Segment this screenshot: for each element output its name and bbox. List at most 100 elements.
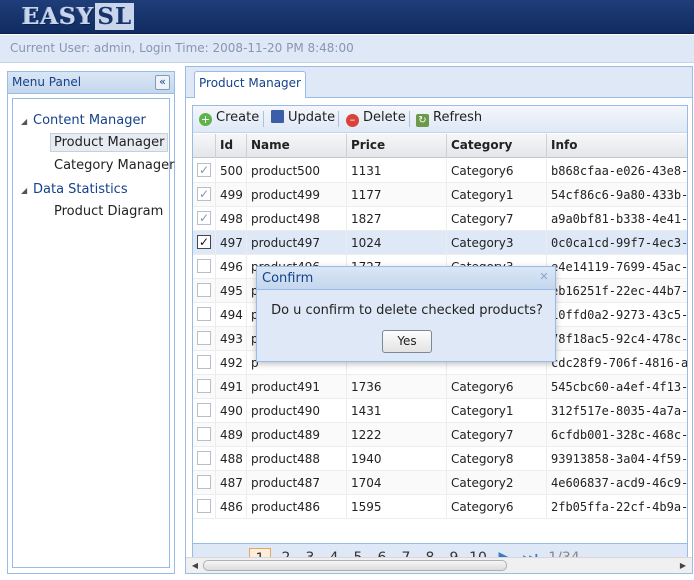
cell-price: 1827 — [347, 207, 447, 231]
cell-price: 1431 — [347, 399, 447, 423]
table-row[interactable]: 491 product491 1736 Category6 545cbc60-a4ef-… — [193, 375, 687, 399]
row-checkbox-cell — [193, 351, 216, 375]
cell-name: product487 — [247, 471, 347, 495]
row-checkbox[interactable]: ✓ — [197, 211, 211, 225]
column-header-info[interactable]: Info — [547, 134, 687, 158]
table-row[interactable]: 488 product488 1940 Category8 93913858-3a04-… — [193, 447, 687, 471]
cell-category: Category7 — [447, 423, 547, 447]
save-icon — [271, 110, 284, 123]
row-checkbox[interactable] — [197, 307, 211, 321]
cell-info: 54cf86c6-9a80-433b-97 — [547, 183, 687, 207]
scroll-right-icon[interactable]: ▶ — [676, 559, 690, 572]
table-row[interactable]: ✓ 499 product499 1177 Category1 54cf86c6-9a80… — [193, 183, 687, 207]
collapse-icon[interactable]: « — [155, 75, 170, 90]
table-row[interactable]: ✓ 498 product498 1827 Category7 a9a0bf81-b338… — [193, 207, 687, 231]
row-checkbox[interactable] — [197, 331, 211, 345]
cell-name: product489 — [247, 423, 347, 447]
cell-name: product500 — [247, 159, 347, 183]
cell-price: 1177 — [347, 183, 447, 207]
scrollbar-thumb[interactable] — [203, 560, 507, 571]
cell-price: 1940 — [347, 447, 447, 471]
column-header-category[interactable]: Category — [447, 134, 547, 158]
row-checkbox[interactable] — [197, 499, 211, 513]
row-checkbox[interactable] — [197, 379, 211, 393]
cell-id: 492 — [216, 351, 247, 375]
add-icon: + — [199, 113, 212, 126]
cell-info: cdc28f9-706f-4816-ab0 — [547, 351, 687, 375]
row-checkbox[interactable] — [197, 451, 211, 465]
row-checkbox[interactable] — [197, 355, 211, 369]
cell-price: 1595 — [347, 495, 447, 519]
scroll-left-icon[interactable]: ◀ — [188, 559, 202, 572]
refresh-icon: ↻ — [416, 114, 429, 127]
column-header-price[interactable]: Price — [347, 134, 447, 158]
update-button[interactable]: Update — [271, 110, 335, 129]
cell-id: 490 — [216, 399, 247, 423]
tree-item-product-diagram[interactable]: Product Diagram — [51, 203, 166, 220]
row-checkbox-cell: ✓ — [193, 159, 216, 183]
tab-strip: Product Manager — [186, 67, 692, 98]
grid-toolbar: + Create Update – Delete ↻ Refresh — [193, 106, 687, 133]
yes-button[interactable]: Yes — [382, 330, 432, 353]
close-icon[interactable]: ✕ — [538, 271, 550, 283]
menu-panel: Menu Panel « ◢ Content Manager Product Ma… — [7, 71, 175, 574]
refresh-button[interactable]: ↻ Refresh — [416, 110, 482, 129]
cell-id: 489 — [216, 423, 247, 447]
column-header-name[interactable]: Name — [247, 134, 347, 158]
cell-price: 1704 — [347, 471, 447, 495]
remove-icon: – — [346, 114, 359, 127]
expand-arrow-icon[interactable]: ◢ — [21, 117, 33, 126]
row-checkbox[interactable] — [197, 403, 211, 417]
user-info-text: Current User: admin, Login Time: 2008-11… — [10, 41, 354, 55]
cell-category: Category2 — [447, 471, 547, 495]
tab-product-manager[interactable]: Product Manager — [194, 71, 306, 98]
table-row[interactable]: 490 product490 1431 Category1 312f517e-8035-… — [193, 399, 687, 423]
header-checkbox-column[interactable] — [193, 134, 216, 158]
cell-info: 10ffd0a2-9273-43c5-a2 — [547, 303, 687, 327]
cell-id: 487 — [216, 471, 247, 495]
cell-id: 496 — [216, 255, 247, 279]
tree-item-category-manager[interactable]: Category Manager — [51, 157, 178, 174]
row-checkbox-cell: ✓ — [193, 183, 216, 207]
tree-group-content-manager[interactable]: ◢ Content Manager — [21, 113, 146, 128]
table-row[interactable]: 489 product489 1222 Category7 6cfdb001-328c-… — [193, 423, 687, 447]
row-checkbox[interactable] — [197, 283, 211, 297]
row-checkbox-cell — [193, 303, 216, 327]
row-checkbox-cell: ✓ — [193, 207, 216, 231]
delete-button[interactable]: – Delete — [346, 110, 406, 129]
row-checkbox-cell — [193, 327, 216, 351]
row-checkbox[interactable] — [197, 427, 211, 441]
row-checkbox[interactable]: ✓ — [197, 235, 211, 249]
tree-group-data-statistics[interactable]: ◢ Data Statistics — [21, 182, 128, 197]
row-checkbox[interactable] — [197, 259, 211, 273]
cell-price: 1131 — [347, 159, 447, 183]
create-button[interactable]: + Create — [199, 110, 259, 129]
row-checkbox-cell — [193, 375, 216, 399]
menu-panel-title: Menu Panel — [12, 75, 82, 89]
cell-name: product498 — [247, 207, 347, 231]
cell-info: 78f18ac5-92c4-478c-b0 — [547, 327, 687, 351]
cell-info: 0c0ca1cd-99f7-4ec3-b9 — [547, 231, 687, 255]
tree-item-product-manager[interactable]: Product Manager — [50, 133, 169, 152]
horizontal-scrollbar[interactable]: ◀ ▶ — [186, 557, 692, 573]
table-row[interactable]: ✓ 497 product497 1024 Category3 0c0ca1cd-99f7… — [193, 231, 687, 255]
row-checkbox-cell — [193, 423, 216, 447]
column-header-id[interactable]: Id — [216, 134, 247, 158]
row-checkbox[interactable] — [197, 475, 211, 489]
cell-category: Category6 — [447, 159, 547, 183]
table-row[interactable]: 487 product487 1704 Category2 4e606837-acd9-… — [193, 471, 687, 495]
cell-id: 488 — [216, 447, 247, 471]
cell-id: 493 — [216, 327, 247, 351]
row-checkbox[interactable]: ✓ — [197, 163, 211, 177]
table-row[interactable]: 486 product486 1595 Category6 2fb05ffa-22cf-… — [193, 495, 687, 519]
cell-category: Category8 — [447, 447, 547, 471]
table-row[interactable]: ✓ 500 product500 1131 Category6 b868cfaa-e026… — [193, 159, 687, 183]
app-header: EASY SL — [0, 0, 694, 34]
toolbar-separator — [409, 111, 410, 127]
confirm-dialog: Confirm ✕ Do u confirm to delete checked… — [256, 266, 556, 362]
expand-arrow-icon[interactable]: ◢ — [21, 186, 33, 195]
cell-id: 499 — [216, 183, 247, 207]
row-checkbox[interactable]: ✓ — [197, 187, 211, 201]
cell-info: eb16251f-22ec-44b7-87 — [547, 279, 687, 303]
cell-info: b868cfaa-e026-43e8-b3 — [547, 159, 687, 183]
